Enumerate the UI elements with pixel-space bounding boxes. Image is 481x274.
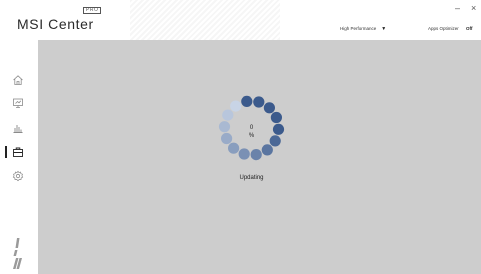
progress-unit: % (248, 133, 255, 139)
app-logo: MSI Center (17, 16, 94, 32)
sidebar-item-home[interactable] (9, 73, 27, 87)
status-text: Updating (239, 175, 264, 181)
minimize-button[interactable]: – (455, 4, 460, 13)
sidebar (0, 40, 36, 274)
spinner-dot (270, 111, 282, 124)
gear-icon (12, 170, 24, 182)
spinner-dot (222, 109, 234, 121)
pro-badge: PRO (83, 7, 102, 14)
toolbox-icon (13, 147, 23, 157)
apps-optimizer-label: Apps Optimizer (428, 26, 459, 31)
spinner-dot (228, 142, 240, 154)
spinner-dot (263, 102, 275, 114)
sidebar-item-support[interactable] (9, 145, 27, 159)
caret-down-icon: ▼ (381, 26, 387, 32)
sidebar-item-performance[interactable] (9, 121, 27, 135)
sidebar-item-settings[interactable] (9, 169, 27, 183)
spinner-dot (238, 148, 250, 160)
spinner-dot (241, 95, 253, 107)
main-content: 0 % Updating (38, 40, 481, 274)
spinner-dot (250, 149, 262, 161)
msi-logo-icon (13, 238, 22, 269)
spinner-dot (230, 100, 242, 112)
spinner-dot (221, 132, 233, 145)
msi-center-window: MSI Center PRO High Performance ▼ Apps Op… (0, 0, 481, 274)
bar-chart-icon (13, 125, 23, 133)
title-bar: MSI Center PRO High Performance ▼ Apps Op… (0, 0, 481, 40)
spinner-dot (218, 121, 231, 133)
monitor-icon (13, 98, 23, 108)
home-icon (13, 75, 23, 85)
header-decoration (130, 0, 280, 40)
progress-spinner (218, 95, 285, 161)
profile-select[interactable]: High Performance ▼ (340, 26, 386, 32)
active-indicator (5, 146, 7, 158)
spinner-dot (272, 123, 285, 135)
progress-value: 0 (249, 125, 254, 131)
spinner-dot (253, 96, 265, 108)
spinner-dot (261, 144, 273, 156)
sidebar-item-features[interactable] (9, 96, 27, 110)
spinner-dot (269, 135, 281, 147)
profile-select-value: High Performance (340, 26, 377, 31)
apps-optimizer-toggle[interactable]: Off (466, 26, 473, 31)
close-button[interactable]: × (471, 4, 476, 13)
